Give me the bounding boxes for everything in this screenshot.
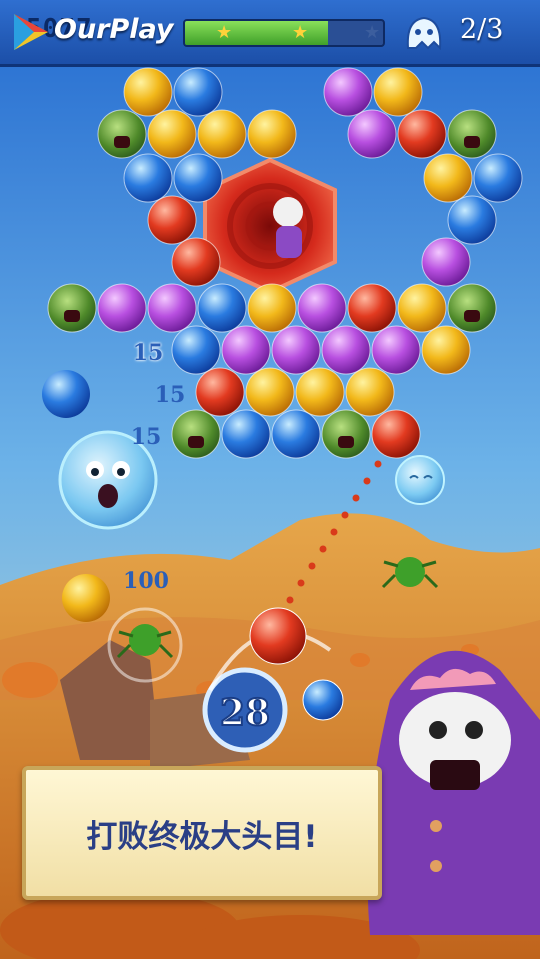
bubble-yellow: [345, 367, 395, 417]
bubble-red: [347, 283, 397, 333]
bubble-blue: [473, 153, 523, 203]
bubble-purple: [371, 325, 421, 375]
bubble-purple: [297, 283, 347, 333]
bubble-purple: [271, 325, 321, 375]
aim-dot: [330, 528, 338, 536]
aim-dot: [297, 579, 305, 587]
score-popup-3: 15: [131, 424, 162, 450]
bubble-purple: [221, 325, 271, 375]
aim-dot: [286, 596, 294, 604]
score-popup-1: 15: [133, 340, 164, 366]
top-hud: 5077 OurPlay ★ ★ ★ 2/3: [0, 0, 540, 67]
bubble-green-monster: [321, 409, 371, 459]
progress-star-3-icon: ★: [364, 22, 381, 43]
bubble-red: [195, 367, 245, 417]
bubble-blue: [173, 67, 223, 117]
bubble-red: [371, 409, 421, 459]
aim-dot: [341, 511, 349, 519]
bubble-blue: [221, 409, 271, 459]
monster-mouth: [464, 310, 480, 322]
bubble-yellow-falling: [62, 574, 110, 622]
monster-mouth: [188, 436, 204, 448]
bubble-blue: [123, 153, 173, 203]
bubble-purple: [347, 109, 397, 159]
bubble-yellow: [421, 325, 471, 375]
aim-dot: [319, 545, 327, 553]
bubble-blue: [42, 370, 90, 418]
aim-dot: [363, 477, 371, 485]
bubble-blue: [271, 409, 321, 459]
bubble-green-monster: [447, 283, 497, 333]
bubble-yellow: [123, 67, 173, 117]
ghost-bubble-small: [395, 455, 445, 505]
bubble-purple: [421, 237, 471, 287]
bubble-purple: [323, 67, 373, 117]
shots-left-counter: 28: [220, 692, 270, 734]
bubble-yellow: [373, 67, 423, 117]
bubble-yellow: [295, 367, 345, 417]
bubble-purple: [147, 283, 197, 333]
bubble-blue: [197, 283, 247, 333]
bubble-blue: [173, 153, 223, 203]
bubble-green-monster: [47, 283, 97, 333]
monster-mouth: [338, 436, 354, 448]
bubble-purple: [321, 325, 371, 375]
bubble-yellow: [245, 367, 295, 417]
bubble-yellow: [247, 283, 297, 333]
bubble-green-monster: [171, 409, 221, 459]
score-popup-100: 100: [123, 568, 169, 594]
aim-dot: [308, 562, 316, 570]
banner-text: 打败终极大头目!: [86, 818, 318, 855]
ghost-counter: 2/3: [460, 14, 504, 45]
progress-star-2-icon: ★: [292, 22, 309, 43]
boss-portal: [203, 157, 337, 295]
bubble-blue: [171, 325, 221, 375]
bubble-purple: [97, 283, 147, 333]
bubble-red: [397, 109, 447, 159]
aim-dot: [374, 460, 382, 468]
bubble-green-monster: [447, 109, 497, 159]
bubble-red: [171, 237, 221, 287]
progress-star-1-icon: ★: [216, 22, 233, 43]
skeleton-boss-head: [273, 197, 303, 227]
bubble-yellow: [247, 109, 297, 159]
score-progress-bar: [183, 19, 385, 47]
monster-mouth: [114, 136, 130, 148]
bubble-yellow: [397, 283, 447, 333]
ghost-counter-icon: [406, 16, 442, 51]
monster-mouth: [64, 310, 80, 322]
bubble-blue: [447, 195, 497, 245]
objective-banner: 打败终极大头目!: [22, 766, 382, 900]
skeleton-boss-body: [276, 226, 302, 258]
bubble-red: [147, 195, 197, 245]
monster-mouth: [464, 136, 480, 148]
bubble-yellow: [197, 109, 247, 159]
bubble-green-monster: [97, 109, 147, 159]
ourplay-logo-text: OurPlay: [54, 14, 174, 45]
bubble-yellow: [147, 109, 197, 159]
aim-dot: [352, 494, 360, 502]
next-bubble-blue[interactable]: [302, 679, 344, 721]
ourplay-logo-icon: [14, 14, 48, 50]
current-bubble-red: [249, 607, 307, 665]
score-popup-2: 15: [155, 382, 186, 408]
bubble-yellow: [423, 153, 473, 203]
